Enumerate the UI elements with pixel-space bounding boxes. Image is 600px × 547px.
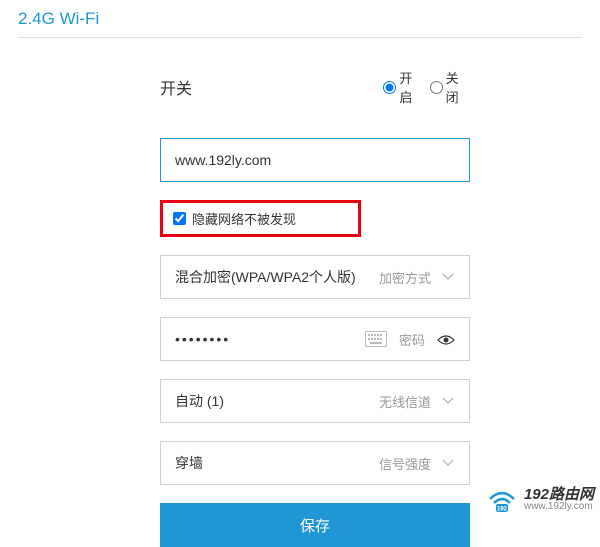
ssid-input[interactable] bbox=[160, 138, 470, 182]
eye-icon[interactable] bbox=[437, 333, 455, 345]
switch-label: 开关 bbox=[160, 75, 383, 99]
password-input-wrap[interactable]: •••••••• 密码 bbox=[160, 317, 470, 361]
hide-network-label: 隐藏网络不被发现 bbox=[192, 209, 296, 228]
svg-text:192: 192 bbox=[497, 507, 508, 513]
watermark: 192 192路由网 www.192ly.com bbox=[486, 485, 594, 513]
radio-off-label: 关闭 bbox=[446, 68, 470, 106]
ssid-field bbox=[160, 138, 470, 182]
signal-value: 穿墙 bbox=[175, 453, 203, 473]
radio-on[interactable]: 开启 bbox=[383, 68, 423, 106]
switch-row: 开关 开启 关闭 bbox=[160, 68, 470, 106]
signal-label: 信号强度 bbox=[379, 454, 431, 473]
hide-network-wrap: 隐藏网络不被发现 bbox=[160, 200, 470, 237]
watermark-url: www.192ly.com bbox=[524, 502, 594, 512]
keyboard-icon[interactable] bbox=[365, 331, 387, 347]
page-title: 2.4G Wi-Fi bbox=[0, 0, 600, 37]
channel-field: 自动 (1) 无线信道 bbox=[160, 379, 470, 423]
wifi-icon: 192 bbox=[486, 485, 518, 513]
highlight-box: 隐藏网络不被发现 bbox=[160, 200, 361, 237]
signal-dropdown[interactable]: 穿墙 信号强度 bbox=[160, 441, 470, 485]
watermark-text: 192路由网 www.192ly.com bbox=[524, 487, 594, 512]
radio-off-input[interactable] bbox=[430, 81, 443, 94]
chevron-down-icon bbox=[441, 270, 455, 284]
encryption-field: 混合加密(WPA/WPA2个人版) 加密方式 bbox=[160, 255, 470, 299]
watermark-brand: 192路由网 bbox=[524, 487, 594, 502]
signal-field: 穿墙 信号强度 bbox=[160, 441, 470, 485]
chevron-down-icon bbox=[441, 456, 455, 470]
wifi-form: 开关 开启 关闭 隐藏网络不被发现 混合加密(WPA/WPA2个人版) bbox=[0, 38, 470, 547]
encryption-right: 加密方式 bbox=[379, 268, 455, 287]
chevron-down-icon bbox=[441, 394, 455, 408]
radio-on-input[interactable] bbox=[383, 81, 396, 94]
hide-network-input[interactable] bbox=[173, 212, 186, 225]
password-field: •••••••• 密码 bbox=[160, 317, 470, 361]
hide-network-checkbox[interactable]: 隐藏网络不被发现 bbox=[173, 209, 296, 228]
encryption-label: 加密方式 bbox=[379, 268, 431, 287]
save-button[interactable]: 保存 bbox=[160, 503, 470, 547]
password-value: •••••••• bbox=[175, 331, 365, 347]
signal-right: 信号强度 bbox=[379, 454, 455, 473]
channel-label: 无线信道 bbox=[379, 392, 431, 411]
channel-right: 无线信道 bbox=[379, 392, 455, 411]
channel-value: 自动 (1) bbox=[175, 391, 224, 411]
radio-off[interactable]: 关闭 bbox=[430, 68, 470, 106]
channel-dropdown[interactable]: 自动 (1) 无线信道 bbox=[160, 379, 470, 423]
radio-on-label: 开启 bbox=[399, 68, 423, 106]
encryption-dropdown[interactable]: 混合加密(WPA/WPA2个人版) 加密方式 bbox=[160, 255, 470, 299]
encryption-value: 混合加密(WPA/WPA2个人版) bbox=[175, 267, 356, 287]
password-icons: 密码 bbox=[365, 330, 455, 349]
password-label: 密码 bbox=[399, 330, 425, 349]
switch-radio-group: 开启 关闭 bbox=[383, 68, 470, 106]
